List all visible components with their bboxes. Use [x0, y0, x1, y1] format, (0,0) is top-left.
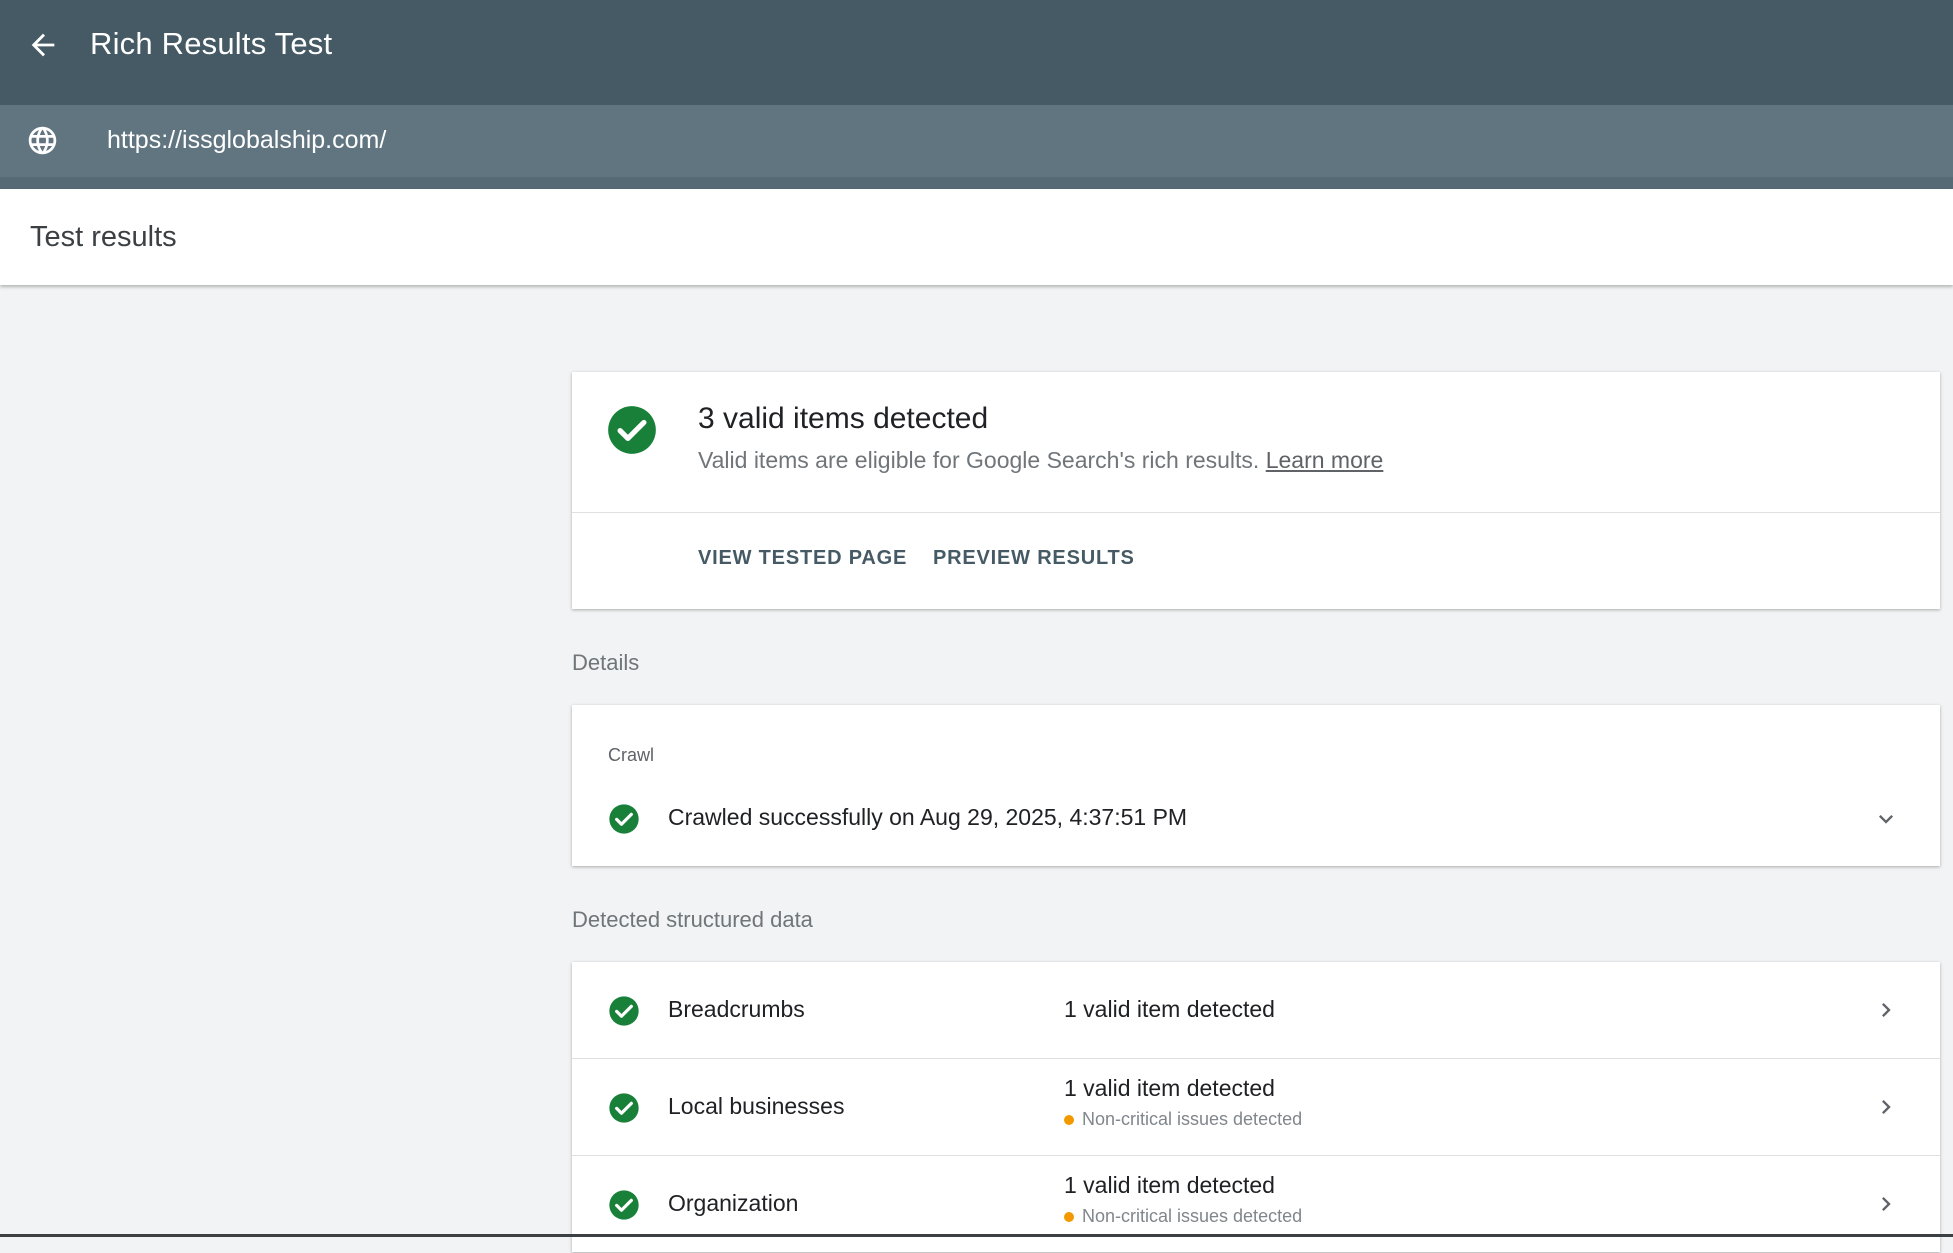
row-note-text: Non-critical issues detected [1082, 1109, 1303, 1129]
chevron-right-icon[interactable] [1872, 1093, 1900, 1121]
view-tested-page-button[interactable]: VIEW TESTED PAGE [698, 547, 907, 570]
crawl-status: Crawled successfully on Aug 29, 2025, 4:… [668, 804, 1188, 830]
app-title: Rich Results Test [90, 26, 333, 61]
detected-section-label: Detected structured data [572, 907, 813, 932]
row-name: Organization [668, 1190, 799, 1216]
summary-card: 3 valid items detected Valid items are e… [572, 372, 1940, 609]
summary-title: 3 valid items detected [698, 402, 989, 435]
structured-data-row[interactable]: Organization 1 valid item detected Non-c… [572, 1156, 1940, 1253]
warning-dot-icon [1064, 1114, 1074, 1125]
chevron-right-icon[interactable] [1872, 996, 1900, 1024]
row-status: 1 valid item detected [1064, 1172, 1275, 1198]
summary-subtitle-text: Valid items are eligible for Google Sear… [698, 447, 1260, 473]
divider [572, 512, 1940, 513]
warning-dot-icon [1064, 1211, 1074, 1222]
row-name: Local businesses [668, 1093, 845, 1119]
row-status: 1 valid item detected [1064, 1075, 1275, 1101]
globe-icon [28, 126, 57, 155]
check-circle-icon [609, 996, 639, 1026]
row-status: 1 valid item detected [1064, 996, 1275, 1022]
structured-data-row[interactable]: Local businesses 1 valid item detected N… [572, 1059, 1940, 1156]
check-circle-icon [609, 804, 639, 834]
check-circle-icon [609, 1190, 639, 1220]
app-bar: Rich Results Test [0, 0, 1953, 105]
check-circle-icon [608, 406, 656, 454]
url-bar-edge [0, 177, 1953, 189]
row-warning-note: Non-critical issues detected [1064, 1109, 1302, 1130]
results-header: Test results [0, 189, 1953, 285]
check-circle-icon [609, 1093, 639, 1123]
crawl-card[interactable]: Crawl Crawled successfully on Aug 29, 20… [572, 705, 1940, 866]
page-title: Test results [30, 221, 177, 253]
row-name: Breadcrumbs [668, 996, 805, 1022]
row-note-text: Non-critical issues detected [1082, 1206, 1303, 1226]
details-section-label: Details [572, 650, 640, 675]
structured-data-row[interactable]: Breadcrumbs 1 valid item detected [572, 962, 1940, 1059]
tested-url[interactable]: https://issglobalship.com/ [107, 126, 386, 155]
summary-subtitle: Valid items are eligible for Google Sear… [698, 447, 1383, 474]
chevron-right-icon[interactable] [1872, 1190, 1900, 1218]
chevron-down-icon[interactable] [1872, 805, 1900, 833]
row-warning-note: Non-critical issues detected [1064, 1206, 1302, 1227]
structured-data-card: Breadcrumbs 1 valid item detected Local … [572, 962, 1940, 1252]
preview-results-button[interactable]: PREVIEW RESULTS [933, 547, 1135, 570]
back-arrow-icon[interactable] [26, 28, 60, 62]
learn-more-link[interactable]: Learn more [1266, 447, 1384, 473]
crawl-label: Crawl [608, 745, 655, 765]
